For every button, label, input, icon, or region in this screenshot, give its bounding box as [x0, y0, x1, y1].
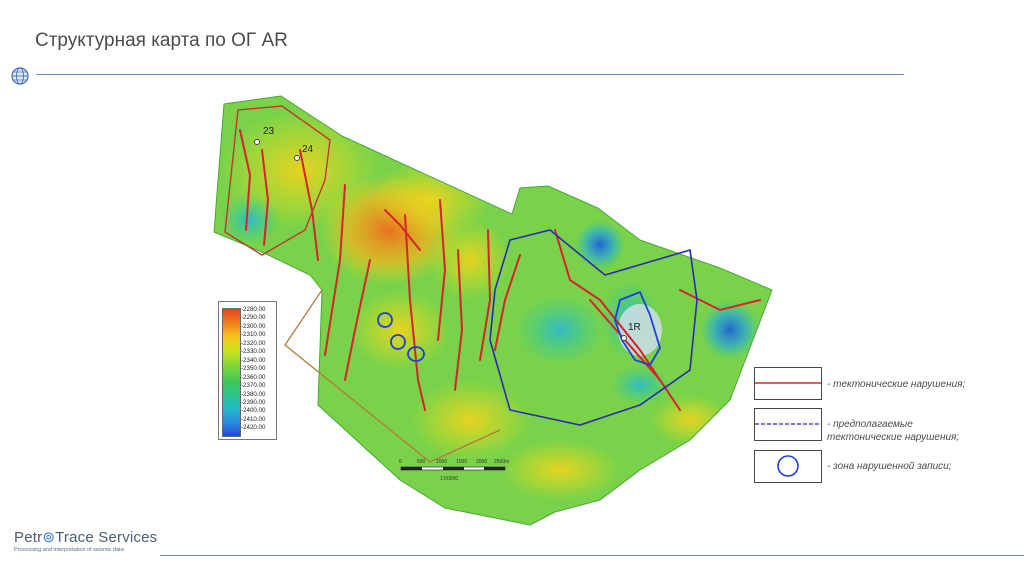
company-logo: Petr⊚Trace Services Processing and inter… — [14, 528, 157, 553]
logo-name-b: Trace Services — [55, 529, 158, 546]
legend-swatch-disturbed-zone — [754, 450, 822, 483]
scale-ratio: 1:50000 — [440, 476, 459, 482]
footer-divider — [160, 555, 1024, 556]
scale-tick-1500: 1500 — [456, 459, 468, 465]
depth-value: -2320.00 — [241, 339, 266, 347]
logo-name-a: Petr — [14, 529, 43, 546]
scale-tick-2000: 2000 — [476, 459, 488, 465]
legend-label-assumed-line1: - предполагаемые — [827, 419, 913, 430]
depth-color-scale: -2280.00 -2290.00 -2300.00 -2310.00 -232… — [218, 301, 277, 440]
logo-name: Petr⊚Trace Services — [14, 528, 157, 546]
depth-value: -2290.00 — [241, 314, 266, 322]
legend-label-disturbed-zone: - зона нарушенной записи; — [827, 461, 952, 472]
structural-map: 23 24 1R — [213, 95, 773, 526]
scale-tick-1000: 1000 — [436, 459, 448, 465]
well-1r-marker — [621, 335, 627, 341]
well-23-marker — [254, 139, 260, 145]
depth-scale-labels: -2280.00 -2290.00 -2300.00 -2310.00 -232… — [241, 306, 265, 433]
scale-tick-0: 0 — [399, 459, 402, 465]
well-label-24: 24 — [302, 144, 314, 155]
scale-tick-500: 500 — [417, 459, 426, 465]
legend-label-assumed-fault: - предполагаемые тектонические нарушения… — [827, 418, 959, 444]
depth-value: -2330.00 — [241, 348, 266, 356]
legend-label-fault: - тектонические нарушения; — [827, 379, 966, 390]
dashed-line-icon — [755, 423, 821, 425]
depth-value: -2410.00 — [241, 415, 266, 423]
logo-tagline: Processing and interpretation of seismic… — [14, 547, 124, 553]
scale-tick-2500: 2500m — [494, 459, 510, 465]
logo-ring-icon: ⊚ — [42, 529, 56, 546]
depth-value: -2340.00 — [241, 356, 266, 364]
map-surface — [214, 96, 772, 525]
depth-value: -2360.00 — [241, 373, 266, 381]
well-label-23: 23 — [263, 126, 275, 137]
depth-value: -2380.00 — [241, 390, 266, 398]
depth-value: -2280.00 — [241, 306, 266, 313]
legend-swatch-fault — [754, 367, 822, 400]
depth-value: -2400.00 — [241, 407, 266, 415]
depth-value: -2370.00 — [241, 382, 266, 390]
depth-value: -2310.00 — [241, 331, 266, 339]
well-24-marker — [294, 155, 300, 161]
well-label-1r: 1R — [628, 322, 641, 333]
legend-label-assumed-line2: тектонические нарушения; — [827, 432, 960, 443]
depth-value: -2350.00 — [241, 365, 266, 373]
depth-value: -2390.00 — [241, 398, 266, 406]
fault-line-icon — [755, 382, 821, 384]
legend-swatch-assumed-fault — [754, 408, 822, 441]
distance-scale-bar — [400, 466, 506, 471]
depth-value: -2300.00 — [241, 322, 266, 330]
circle-icon — [777, 455, 799, 477]
depth-color-ramp — [222, 308, 241, 437]
depth-value: -2420.00 — [241, 424, 266, 432]
